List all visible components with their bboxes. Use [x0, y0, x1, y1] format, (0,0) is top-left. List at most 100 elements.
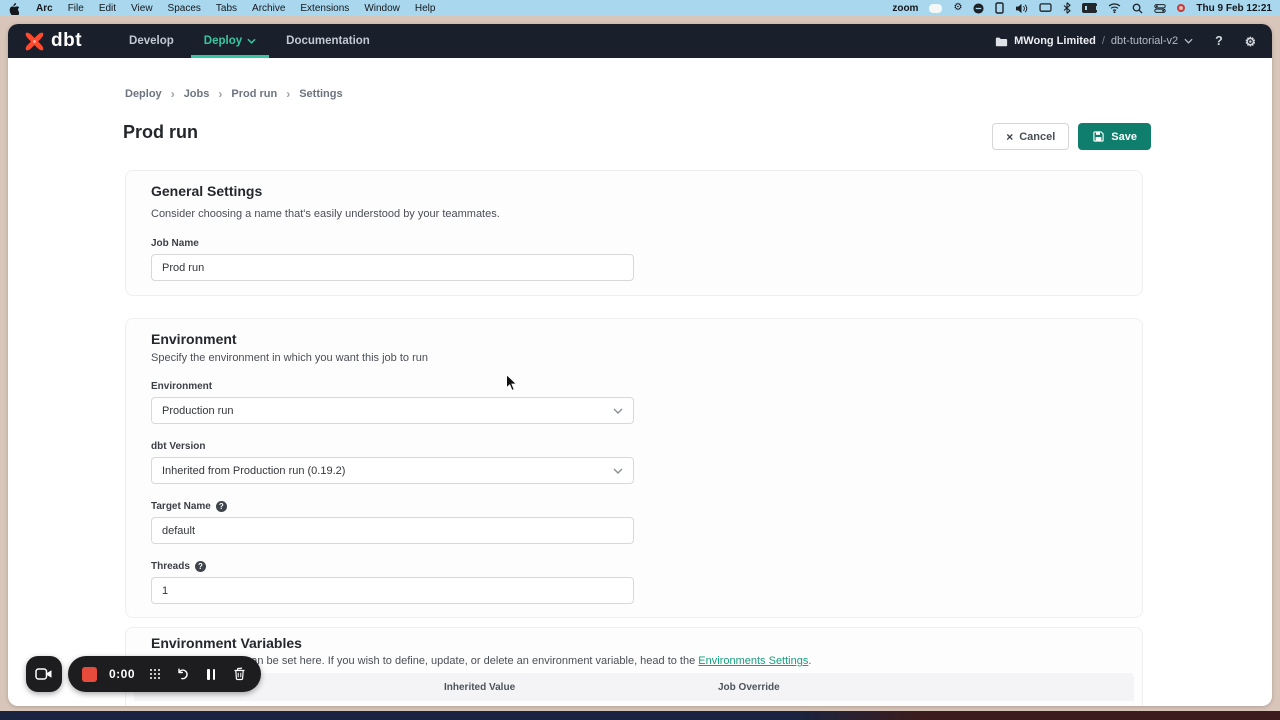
- environment-select-label-text: Environment: [151, 381, 212, 392]
- title-actions: × Cancel Save: [992, 123, 1151, 150]
- drag-handle-icon[interactable]: [147, 666, 163, 682]
- menubar-item-help[interactable]: Help: [415, 3, 436, 14]
- recording-timer: 0:00: [109, 667, 135, 681]
- cancel-button[interactable]: × Cancel: [992, 123, 1069, 150]
- save-button[interactable]: Save: [1078, 123, 1151, 150]
- menubar-item-edit[interactable]: Edit: [99, 3, 116, 14]
- pause-recording-icon[interactable]: [203, 666, 219, 682]
- menubar-item-spaces[interactable]: Spaces: [168, 3, 201, 14]
- menubar-status-area: zoom ⚙ Thu 9 Feb 12:21: [892, 2, 1272, 14]
- do-not-disturb-icon[interactable]: [973, 2, 984, 14]
- control-center-icon[interactable]: [1154, 2, 1166, 14]
- nav-item-develop[interactable]: Develop: [116, 24, 187, 58]
- breadcrumb-separator-icon: ›: [171, 87, 175, 101]
- nav-item-deploy[interactable]: Deploy: [191, 24, 269, 58]
- menubar-clock[interactable]: Thu 9 Feb 12:21: [1196, 3, 1272, 14]
- job-name-input[interactable]: [151, 254, 634, 281]
- threads-help-icon[interactable]: ?: [195, 561, 206, 572]
- breadcrumb-settings[interactable]: Settings: [299, 88, 342, 100]
- target-name-label: Target Name ?: [151, 501, 227, 512]
- chevron-down-icon: [247, 38, 256, 44]
- page-title: Prod run: [123, 122, 198, 143]
- nav-item-documentation[interactable]: Documentation: [273, 24, 383, 58]
- dbt-version-label: dbt Version: [151, 441, 205, 452]
- desktop-wallpaper-strip: [0, 711, 1280, 720]
- breadcrumb-prod-run[interactable]: Prod run: [231, 88, 277, 100]
- nav-item-develop-label: Develop: [129, 35, 174, 47]
- environment-variables-card: Environment Variables Job level override…: [125, 627, 1143, 706]
- keyboard-layout-icon[interactable]: [1082, 2, 1097, 14]
- dbt-navbar: dbt Develop Deploy Documentation MWong L…: [8, 24, 1272, 58]
- gear-icon[interactable]: ⚙: [1245, 34, 1256, 49]
- environment-select-label: Environment: [151, 381, 212, 392]
- breadcrumb-separator-icon: ›: [218, 87, 222, 101]
- camera-toggle-button[interactable]: [26, 656, 62, 692]
- screenshare-icon[interactable]: [929, 2, 942, 14]
- general-settings-description: Consider choosing a name that's easily u…: [151, 208, 500, 220]
- chevron-down-icon: [1184, 38, 1193, 44]
- account-name: MWong Limited: [1014, 35, 1096, 47]
- spotlight-icon[interactable]: [1132, 2, 1143, 14]
- threads-label: Threads ?: [151, 561, 206, 572]
- nav-item-deploy-label: Deploy: [204, 35, 242, 47]
- menubar-item-tabs[interactable]: Tabs: [216, 3, 237, 14]
- bluetooth-icon[interactable]: [1063, 2, 1071, 14]
- display-icon[interactable]: [1039, 2, 1052, 14]
- account-project-switcher[interactable]: MWong Limited / dbt-tutorial-v2: [995, 35, 1193, 47]
- target-name-input[interactable]: [151, 517, 634, 544]
- dbt-logo-icon: [24, 31, 45, 52]
- restart-recording-icon[interactable]: [175, 666, 191, 682]
- browser-window: dbt Develop Deploy Documentation MWong L…: [8, 24, 1272, 706]
- zoom-menu-item[interactable]: zoom: [892, 3, 918, 14]
- chevron-down-icon: [613, 408, 623, 414]
- dbt-logo[interactable]: dbt: [24, 24, 82, 58]
- wifi-icon[interactable]: [1108, 2, 1121, 14]
- env-vars-col-inherited-value: Inherited Value: [444, 682, 718, 693]
- stop-recording-button[interactable]: [82, 667, 97, 682]
- menubar-item-extensions[interactable]: Extensions: [300, 3, 349, 14]
- sidecar-icon[interactable]: [995, 2, 1004, 14]
- menubar-item-file[interactable]: File: [68, 3, 84, 14]
- settings-menu-icon[interactable]: ⚙: [953, 2, 962, 14]
- breadcrumb-jobs[interactable]: Jobs: [184, 88, 210, 100]
- volume-icon[interactable]: [1015, 2, 1028, 14]
- project-name: dbt-tutorial-v2: [1111, 35, 1178, 47]
- breadcrumb-deploy[interactable]: Deploy: [125, 88, 162, 100]
- apple-menu-icon[interactable]: [8, 2, 19, 15]
- dbt-version-select[interactable]: Inherited from Production run (0.19.2): [151, 457, 634, 484]
- target-name-help-icon[interactable]: ?: [216, 501, 227, 512]
- breadcrumb-separator-icon: ›: [286, 87, 290, 101]
- threads-input[interactable]: [151, 577, 634, 604]
- help-icon[interactable]: ?: [1215, 34, 1223, 48]
- delete-recording-icon[interactable]: [231, 666, 247, 682]
- env-vars-description-period: .: [808, 655, 811, 667]
- environment-heading: Environment: [151, 331, 237, 347]
- account-separator: /: [1102, 35, 1105, 47]
- chevron-down-icon: [613, 468, 623, 474]
- close-icon: ×: [1006, 130, 1013, 144]
- save-floppy-icon: [1092, 130, 1105, 143]
- save-button-label: Save: [1111, 131, 1137, 143]
- menubar-app-name[interactable]: Arc: [36, 3, 53, 14]
- environment-select-value: Production run: [162, 405, 234, 417]
- menubar-item-view[interactable]: View: [131, 3, 153, 14]
- general-settings-card: General Settings Consider choosing a nam…: [125, 170, 1143, 296]
- cancel-button-label: Cancel: [1019, 131, 1055, 143]
- environment-description: Specify the environment in which you wan…: [151, 352, 428, 364]
- menubar-left: Arc File Edit View Spaces Tabs Archive E…: [8, 2, 435, 15]
- menubar-item-archive[interactable]: Archive: [252, 3, 285, 14]
- video-camera-icon: [35, 667, 53, 681]
- environment-card: Environment Specify the environment in w…: [125, 318, 1143, 618]
- menubar-item-window[interactable]: Window: [364, 3, 400, 14]
- nav-item-documentation-label: Documentation: [286, 35, 370, 47]
- recorder-pill: 0:00: [68, 656, 261, 692]
- environment-variables-heading: Environment Variables: [151, 635, 302, 651]
- job-name-label-text: Job Name: [151, 238, 199, 249]
- environment-select[interactable]: Production run: [151, 397, 634, 424]
- recording-indicator-icon[interactable]: [1177, 2, 1185, 14]
- threads-label-text: Threads: [151, 561, 190, 572]
- navbar-right: MWong Limited / dbt-tutorial-v2 ? ⚙: [995, 24, 1256, 58]
- env-vars-table-header: Inherited Value Job Override: [134, 673, 1134, 701]
- job-name-label: Job Name: [151, 238, 199, 249]
- environments-settings-link[interactable]: Environments Settings: [698, 655, 808, 667]
